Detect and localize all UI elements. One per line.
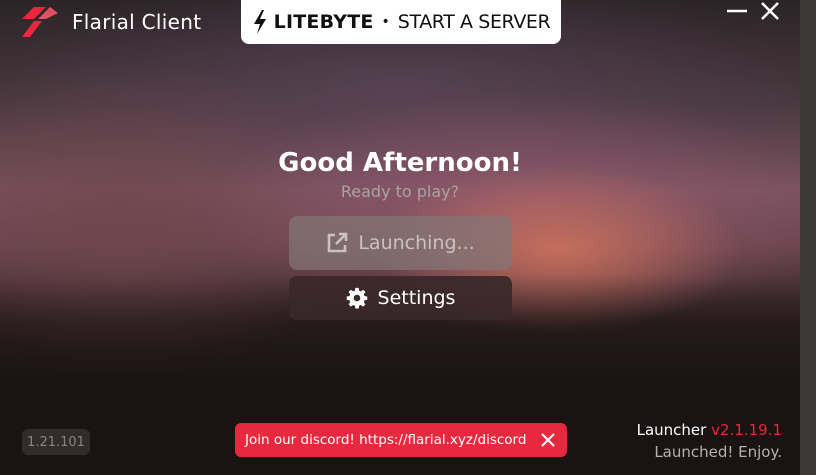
launcher-version-line: Launcher v2.1.19.1	[560, 421, 782, 439]
launch-status: Launched! Enjoy.	[654, 443, 782, 461]
ad-cta: START A SERVER	[397, 11, 551, 33]
launcher-version: v2.1.19.1	[711, 421, 782, 439]
settings-button[interactable]: Settings	[289, 276, 512, 320]
flarial-logo-icon	[22, 7, 58, 37]
gear-icon	[346, 287, 367, 309]
toast-close-icon[interactable]	[539, 431, 557, 449]
close-icon[interactable]	[756, 0, 786, 26]
launcher-label: Launcher	[636, 421, 707, 439]
launch-button[interactable]: Launching...	[289, 216, 512, 270]
settings-button-label: Settings	[377, 287, 456, 309]
app-title: Flarial Client	[72, 10, 202, 34]
ad-separator: •	[381, 14, 390, 30]
external-link-icon	[328, 232, 348, 253]
launch-button-label: Launching...	[358, 232, 475, 254]
window-edge	[800, 0, 816, 475]
ad-brand: LITEBYTE	[273, 11, 374, 33]
litebyte-ad-banner[interactable]: LITEBYTE • START A SERVER	[241, 0, 561, 44]
toast-text: Join our discord! https://flarial.xyz/di…	[245, 432, 527, 448]
lightning-bolt-icon	[253, 10, 266, 34]
greeting-heading: Good Afternoon!	[278, 148, 522, 178]
greeting-subtitle: Ready to play?	[340, 182, 460, 201]
discord-toast[interactable]: Join our discord! https://flarial.xyz/di…	[235, 423, 567, 457]
game-version-badge: 1.21.101	[22, 429, 90, 455]
minimize-icon[interactable]	[722, 0, 752, 26]
